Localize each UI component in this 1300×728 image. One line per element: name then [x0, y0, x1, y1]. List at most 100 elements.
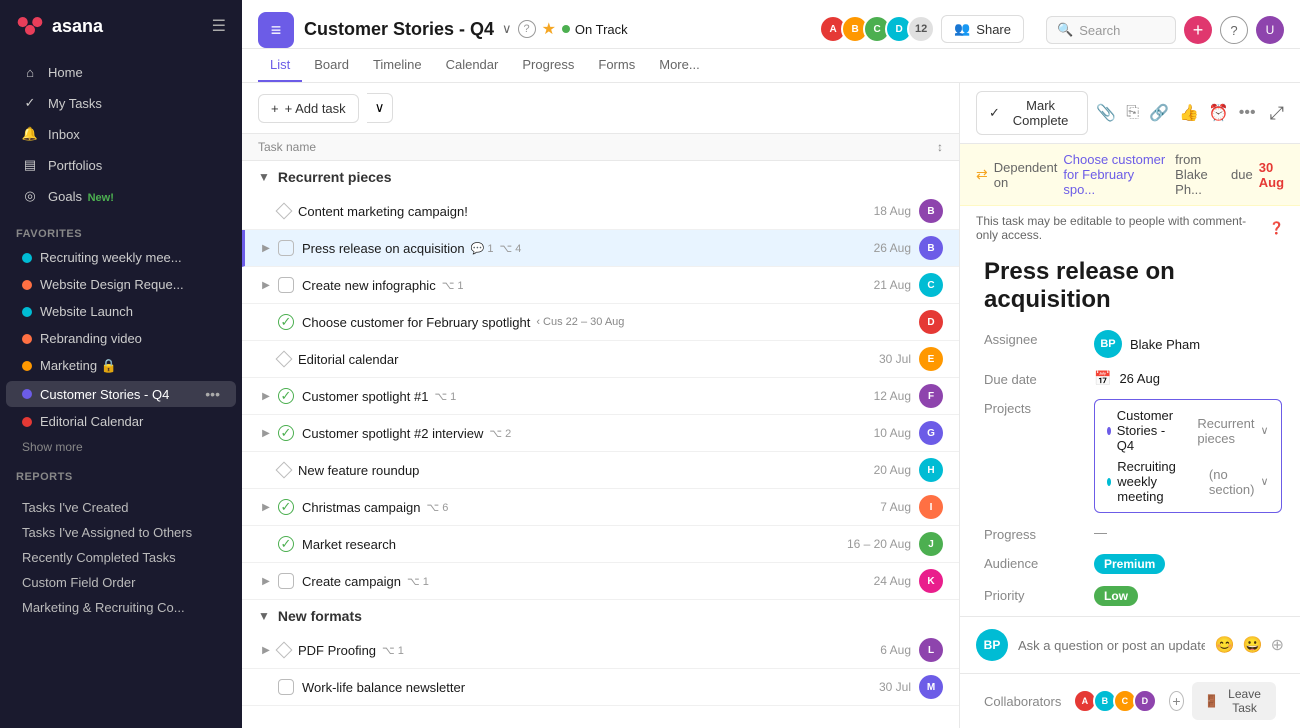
- subtask-icon: ⌥ 1: [434, 390, 456, 403]
- clock-icon[interactable]: ⏰: [1209, 103, 1229, 123]
- leave-task-button[interactable]: 🚪 Leave Task: [1192, 682, 1276, 720]
- more-options-icon[interactable]: ⊕: [1271, 635, 1284, 655]
- task-expand-icon[interactable]: ▶: [258, 502, 274, 513]
- sidebar-item-home[interactable]: ⌂ Home: [6, 57, 236, 87]
- project-info-icon[interactable]: ?: [518, 20, 536, 38]
- assignee-avatar: BP: [1094, 330, 1122, 358]
- task-row[interactable]: ▶ Create campaign ⌥ 1 24 Aug K: [242, 563, 959, 600]
- share-button[interactable]: 👥 Share: [941, 15, 1024, 43]
- sidebar-fav-website-design[interactable]: Website Design Reque...: [6, 272, 236, 297]
- task-expand-icon[interactable]: ▶: [258, 645, 274, 656]
- like-icon[interactable]: 👍: [1179, 103, 1199, 123]
- link-icon[interactable]: 🔗: [1149, 103, 1169, 123]
- task-row-selected[interactable]: ▶ Press release on acquisition 💬 1 ⌥ 4 2…: [242, 230, 959, 267]
- section-header-recurrent[interactable]: ▼ Recurrent pieces: [242, 161, 959, 193]
- search-box[interactable]: 🔍 Search: [1046, 16, 1176, 44]
- report-item-custom-field[interactable]: Custom Field Order: [0, 570, 242, 595]
- status-dot: [562, 25, 570, 33]
- task-row[interactable]: Work-life balance newsletter 30 Jul M: [242, 669, 959, 706]
- task-label-tag: ‹ Cus 22 – 30 Aug: [536, 316, 624, 328]
- assignee-value: BP Blake Pham: [1094, 330, 1276, 358]
- user-avatar[interactable]: U: [1256, 16, 1284, 44]
- task-row[interactable]: ▶ PDF Proofing ⌥ 1 6 Aug L: [242, 632, 959, 669]
- task-expand-icon[interactable]: ▶: [258, 243, 274, 254]
- emoji-icon[interactable]: 😊: [1215, 635, 1235, 655]
- task-row[interactable]: ▶ Create new infographic ⌥ 1 21 Aug C: [242, 267, 959, 304]
- task-expand-icon[interactable]: ▶: [258, 391, 274, 402]
- report-item-created[interactable]: Tasks I've Created: [0, 495, 242, 520]
- project-tag-1: Customer Stories - Q4 Recurrent pieces ∨: [1107, 408, 1269, 453]
- project-chevron-icon[interactable]: ∨: [1260, 475, 1268, 488]
- task-expand-icon[interactable]: ▶: [258, 576, 274, 587]
- tab-timeline[interactable]: Timeline: [361, 49, 434, 82]
- task-row[interactable]: ▶ ✓ Customer spotlight #2 interview ⌥ 2 …: [242, 415, 959, 452]
- project-star-icon[interactable]: ★: [542, 19, 556, 39]
- detail-close-icon[interactable]: ⤢: [1270, 103, 1284, 124]
- tab-more[interactable]: More...: [647, 49, 711, 82]
- project-chevron-icon[interactable]: ∨: [502, 21, 512, 37]
- task-row[interactable]: Editorial calendar 30 Jul E: [242, 341, 959, 378]
- tab-forms[interactable]: Forms: [586, 49, 647, 82]
- task-row[interactable]: ▶ ✓ Christmas campaign ⌥ 6 7 Aug I: [242, 489, 959, 526]
- task-check-square: [278, 240, 294, 256]
- add-task-dropdown-button[interactable]: ∨: [367, 93, 394, 123]
- projects-field: Customer Stories - Q4 Recurrent pieces ∨…: [1094, 399, 1282, 513]
- task-check-square: [278, 679, 294, 695]
- sidebar-fav-editorial[interactable]: Editorial Calendar: [6, 409, 236, 434]
- plus-icon: +: [271, 101, 279, 116]
- task-row[interactable]: Content marketing campaign! 18 Aug B: [242, 193, 959, 230]
- fav-dot: [22, 253, 32, 263]
- sidebar-fav-recruiting[interactable]: Recruiting weekly mee...: [6, 245, 236, 270]
- section-header-new-formats[interactable]: ▼ New formats: [242, 600, 959, 632]
- sort-button[interactable]: ↕: [937, 140, 943, 154]
- task-diamond-icon: [276, 351, 293, 368]
- sidebar-item-goals[interactable]: ◎ Goals New!: [6, 181, 236, 211]
- task-check-square: [278, 573, 294, 589]
- report-item-recently-completed[interactable]: Recently Completed Tasks: [0, 545, 242, 570]
- comment-input[interactable]: [1018, 638, 1205, 653]
- add-task-button[interactable]: + + Add task: [258, 94, 359, 123]
- more-icon[interactable]: •••: [1239, 104, 1256, 122]
- share-icon: 👥: [954, 21, 970, 37]
- emoji-reaction-icon[interactable]: 😀: [1243, 635, 1263, 655]
- sidebar-fav-website-launch[interactable]: Website Launch: [6, 299, 236, 324]
- report-item-marketing[interactable]: Marketing & Recruiting Co...: [0, 595, 242, 620]
- sidebar-fav-customer-stories[interactable]: Customer Stories - Q4 •••: [6, 381, 236, 407]
- sidebar-item-inbox[interactable]: 🔔 Inbox: [6, 119, 236, 149]
- subtask-action-icon[interactable]: ⎘: [1126, 104, 1139, 122]
- task-row[interactable]: ✓ Market research 16 – 20 Aug J: [242, 526, 959, 563]
- task-avatar: D: [919, 310, 943, 334]
- tab-calendar[interactable]: Calendar: [434, 49, 511, 82]
- report-item-assigned[interactable]: Tasks I've Assigned to Others: [0, 520, 242, 545]
- mark-complete-button[interactable]: ✓ Mark Complete: [976, 91, 1088, 135]
- task-name: Press release on acquisition 💬 1 ⌥ 4: [302, 241, 874, 256]
- sidebar-toggle[interactable]: ☰: [212, 16, 226, 36]
- show-more-button[interactable]: Show more: [0, 435, 242, 459]
- add-collaborator-button[interactable]: +: [1169, 691, 1184, 711]
- help-button[interactable]: ?: [1220, 16, 1248, 44]
- tab-list[interactable]: List: [258, 49, 302, 82]
- task-row[interactable]: ▶ ✓ Customer spotlight #1 ⌥ 1 12 Aug F: [242, 378, 959, 415]
- task-name: Customer spotlight #1 ⌥ 1: [302, 389, 874, 404]
- dependency-link[interactable]: Choose customer for February spo...: [1063, 152, 1169, 197]
- task-name: Market research: [302, 537, 847, 552]
- collaborator-avatars: A B C D: [1073, 689, 1157, 713]
- more-options-icon[interactable]: •••: [205, 386, 220, 402]
- sidebar-fav-rebranding[interactable]: Rebranding video: [6, 326, 236, 351]
- tab-progress[interactable]: Progress: [510, 49, 586, 82]
- task-row[interactable]: ✓ Choose customer for February spotlight…: [242, 304, 959, 341]
- add-button[interactable]: +: [1184, 16, 1212, 44]
- sidebar-fav-marketing[interactable]: Marketing 🔒: [6, 353, 236, 379]
- tab-board[interactable]: Board: [302, 49, 361, 82]
- sidebar-item-portfolios[interactable]: ▤ Portfolios: [6, 150, 236, 180]
- sidebar-item-my-tasks[interactable]: ✓ My Tasks: [6, 88, 236, 118]
- task-expand-icon[interactable]: ▶: [258, 280, 274, 291]
- task-list-toolbar: + + Add task ∨: [242, 83, 959, 134]
- project-header: ≡ Customer Stories - Q4 ∨ ? ★ On Track A: [242, 0, 1300, 49]
- project-members: A B C D 12 👥 Share: [819, 15, 1024, 43]
- attachment-icon[interactable]: 📎: [1096, 103, 1116, 123]
- task-expand-icon[interactable]: ▶: [258, 428, 274, 439]
- task-row[interactable]: New feature roundup 20 Aug H: [242, 452, 959, 489]
- subtask-icon: ⌥ 4: [499, 242, 521, 255]
- project-chevron-icon[interactable]: ∨: [1260, 424, 1268, 437]
